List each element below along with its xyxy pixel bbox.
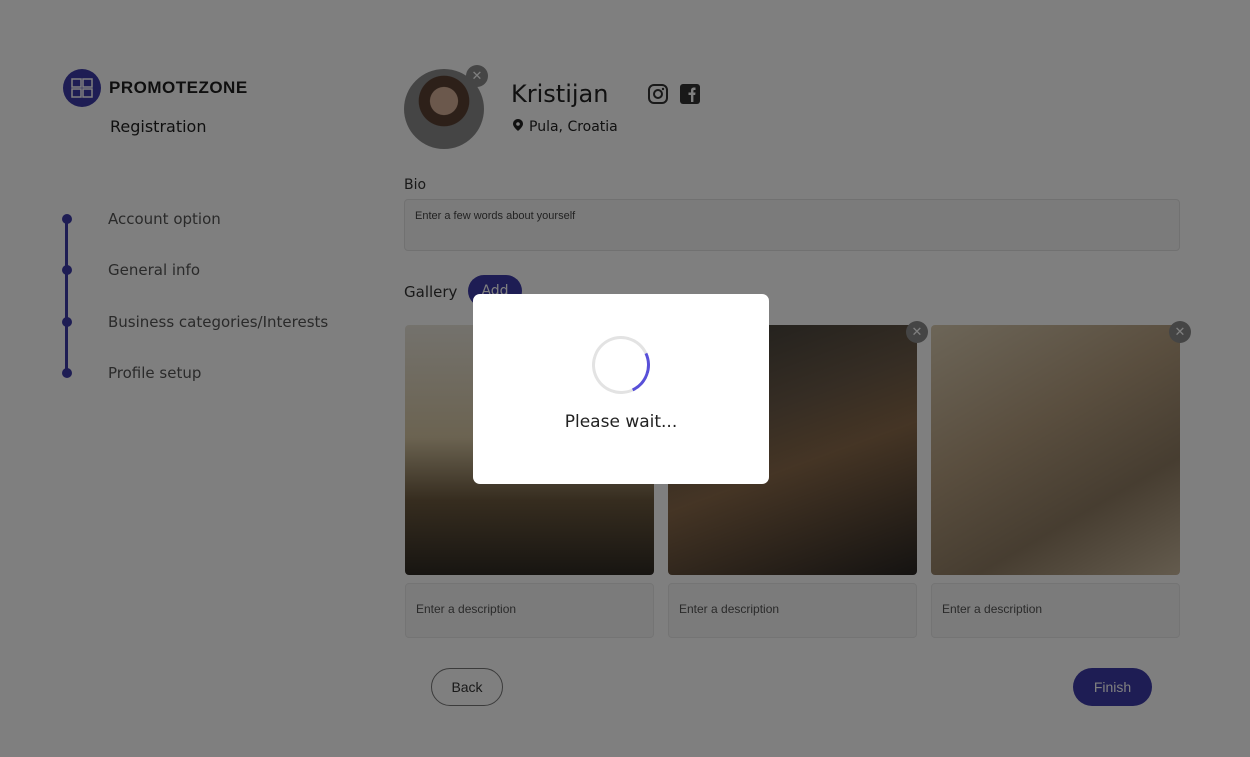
loading-spinner-icon [583,327,659,403]
loading-text: Please wait... [564,412,678,432]
loading-modal: Please wait... [473,294,769,484]
